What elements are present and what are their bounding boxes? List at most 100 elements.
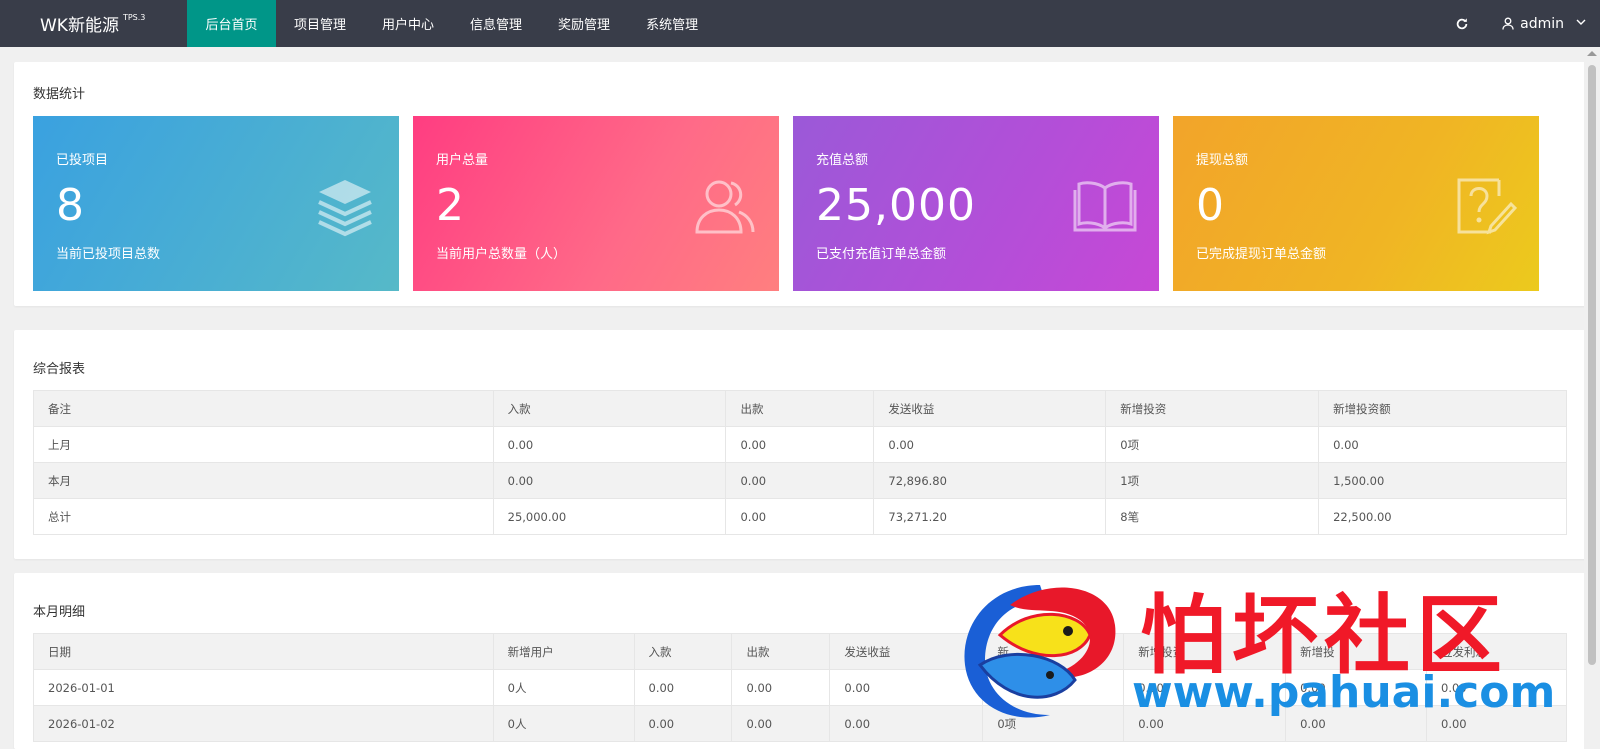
user-menu[interactable]: admin xyxy=(1482,0,1600,47)
column-header: 新增投资额 xyxy=(1318,390,1567,427)
nav-item-rewards[interactable]: 奖励管理 xyxy=(540,0,628,47)
column-header: 入款 xyxy=(633,633,733,670)
column-header: 应发利息 xyxy=(1426,633,1567,670)
table-cell: 0.00 xyxy=(1285,669,1428,706)
table-cell: 22,500.00 xyxy=(1318,498,1567,535)
stat-card-projects: 已投项目 8 当前已投项目总数 xyxy=(33,116,399,291)
stat-card-title: 用户总量 xyxy=(436,153,489,168)
stat-cards: 已投项目 8 当前已投项目总数 用户总量 2 当前用户总数量（人） 充值总额 2… xyxy=(33,116,1539,291)
table-cell: 25,000.00 xyxy=(492,498,727,535)
report-panel: 综合报表 备注 入款 出款 发送收益 新增投资 新增投资额 上月 0.00 0.… xyxy=(14,330,1586,559)
report-table: 备注 入款 出款 发送收益 新增投资 新增投资额 上月 0.00 0.00 0.… xyxy=(33,390,1567,535)
stat-card-desc: 已完成提现订单总金额 xyxy=(1196,247,1327,262)
refresh-icon[interactable] xyxy=(1442,0,1482,47)
layers-icon xyxy=(318,180,372,237)
column-header: 入款 xyxy=(492,390,727,427)
column-header: 发送收益 xyxy=(829,633,984,670)
column-header: 备注 xyxy=(33,390,494,427)
stat-card-users: 用户总量 2 当前用户总数量（人） xyxy=(413,116,779,291)
table-cell: 0.00 xyxy=(725,462,875,499)
nav-item-projects[interactable]: 项目管理 xyxy=(276,0,364,47)
table-cell: 0.00 xyxy=(1318,426,1567,463)
table-cell: 0.00 xyxy=(873,426,1107,463)
table-row: 本月 0.00 0.00 72,896.80 1项 1,500.00 xyxy=(33,462,1567,499)
table-cell: 0.00 xyxy=(725,426,875,463)
nav-item-home[interactable]: 后台首页 xyxy=(187,0,276,47)
column-header: 新 xyxy=(982,633,1125,670)
table-cell: 0.00 xyxy=(1123,669,1287,706)
table-cell: 0项 xyxy=(982,705,1125,742)
stat-card-title: 充值总额 xyxy=(816,153,869,168)
top-nav-bar: WK新能源 TPS.3 后台首页 项目管理 用户中心 信息管理 奖励管理 系统管… xyxy=(0,0,1600,47)
monthly-table: 日期 新增用户 入款 出款 发送收益 新 新增投资 新增投 应发利息 2026-… xyxy=(33,633,1567,742)
column-header: 日期 xyxy=(33,633,494,670)
table-cell: 8笔 xyxy=(1105,498,1320,535)
column-header: 新增投资 xyxy=(1105,390,1320,427)
chevron-down-icon xyxy=(1576,18,1586,29)
stat-card-title: 已投项目 xyxy=(56,153,109,168)
table-cell: 0项 xyxy=(1105,426,1320,463)
table-cell: 0.00 xyxy=(1285,705,1428,742)
main-nav: 后台首页 项目管理 用户中心 信息管理 奖励管理 系统管理 xyxy=(187,0,716,47)
table-cell: 0.00 xyxy=(1426,669,1567,706)
table-cell: 72,896.80 xyxy=(873,462,1107,499)
table-cell: 2026-01-01 xyxy=(33,669,494,706)
stats-title: 数据统计 xyxy=(33,87,86,102)
table-header-row: 备注 入款 出款 发送收益 新增投资 新增投资额 xyxy=(33,390,1567,427)
table-cell: 总计 xyxy=(33,498,494,535)
column-header: 新增投资 xyxy=(1123,633,1287,670)
table-cell: 0.00 xyxy=(492,462,727,499)
table-cell: 1,500.00 xyxy=(1318,462,1567,499)
stats-panel: 数据统计 已投项目 8 当前已投项目总数 用户总量 2 当前用户总数量（人） 充… xyxy=(14,62,1586,306)
stat-card-desc: 当前用户总数量（人） xyxy=(436,247,567,262)
brand-logo[interactable]: WK新能源 TPS.3 xyxy=(0,0,187,47)
table-cell: 0.00 xyxy=(731,669,831,706)
table-cell: 0.00 xyxy=(1426,705,1567,742)
nav-item-users[interactable]: 用户中心 xyxy=(364,0,452,47)
stat-card-value: 2 xyxy=(436,180,465,231)
table-cell: 0.00 xyxy=(633,669,733,706)
column-header: 出款 xyxy=(731,633,831,670)
table-row: 上月 0.00 0.00 0.00 0项 0.00 xyxy=(33,426,1567,463)
table-cell: 0.00 xyxy=(492,426,727,463)
scroll-up-icon[interactable] xyxy=(1587,51,1597,56)
table-header-row: 日期 新增用户 入款 出款 发送收益 新 新增投资 新增投 应发利息 xyxy=(33,633,1567,670)
users-icon xyxy=(695,180,755,234)
report-title: 综合报表 xyxy=(33,362,86,377)
table-row: 总计 25,000.00 0.00 73,271.20 8笔 22,500.00 xyxy=(33,498,1567,535)
table-cell: 0.00 xyxy=(633,705,733,742)
column-header: 出款 xyxy=(725,390,875,427)
brand-name: WK新能源 xyxy=(40,16,119,36)
table-cell: 0.00 xyxy=(725,498,875,535)
table-cell: 上月 xyxy=(33,426,494,463)
brand-version: TPS.3 xyxy=(122,13,146,22)
table-cell: 0.00 xyxy=(1123,705,1287,742)
table-row: 2026-01-01 0人 0.00 0.00 0.00 0.00 0.00 0… xyxy=(33,669,1567,706)
scrollbar-thumb[interactable] xyxy=(1588,65,1596,665)
user-icon xyxy=(1502,17,1514,30)
monthly-panel: 本月明细 日期 新增用户 入款 出款 发送收益 新 新增投资 新增投 应发利息 … xyxy=(14,573,1586,749)
table-cell: 0人 xyxy=(492,669,635,706)
table-cell: 本月 xyxy=(33,462,494,499)
table-cell: 0.00 xyxy=(829,669,984,706)
stat-card-value: 0 xyxy=(1196,180,1225,231)
stat-card-title: 提现总额 xyxy=(1196,153,1249,168)
table-cell: 2026-01-02 xyxy=(33,705,494,742)
stat-card-value: 25,000 xyxy=(816,180,976,231)
column-header: 新增投 xyxy=(1285,633,1428,670)
nav-item-info[interactable]: 信息管理 xyxy=(452,0,540,47)
table-cell xyxy=(982,669,1125,706)
column-header: 发送收益 xyxy=(873,390,1107,427)
table-cell: 1项 xyxy=(1105,462,1320,499)
table-cell: 0.00 xyxy=(829,705,984,742)
stat-card-recharge: 充值总额 25,000 已支付充值订单总金额 xyxy=(793,116,1159,291)
stat-card-withdraw: 提现总额 0 已完成提现订单总金额 xyxy=(1173,116,1539,291)
question-edit-icon xyxy=(1457,178,1517,235)
nav-item-system[interactable]: 系统管理 xyxy=(628,0,716,47)
book-icon xyxy=(1073,181,1137,232)
table-cell: 73,271.20 xyxy=(873,498,1107,535)
stat-card-desc: 当前已投项目总数 xyxy=(56,247,161,262)
stat-card-desc: 已支付充值订单总金额 xyxy=(816,247,947,262)
vertical-scrollbar[interactable] xyxy=(1584,47,1600,749)
table-row: 2026-01-02 0人 0.00 0.00 0.00 0项 0.00 0.0… xyxy=(33,705,1567,742)
